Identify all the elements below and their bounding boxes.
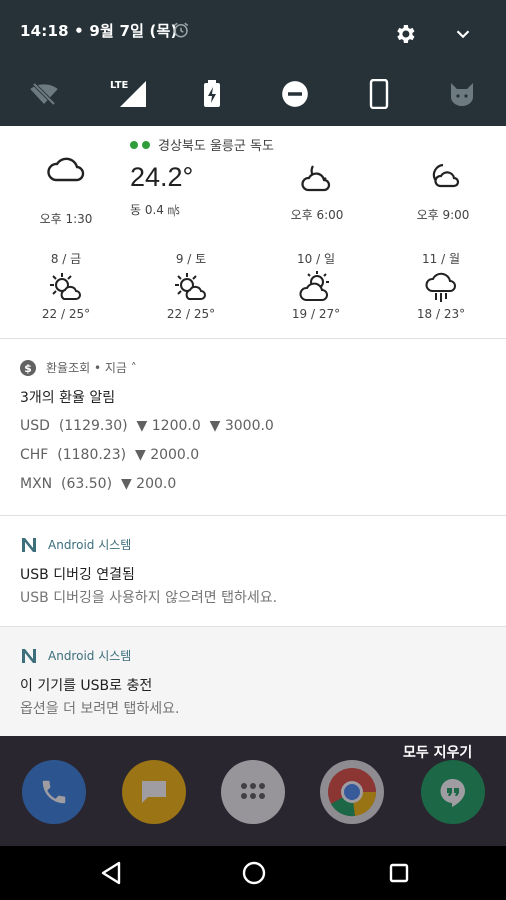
app-line: 환율조회 • 지금 ˄ [46, 361, 137, 375]
svg-text:LTE: LTE [110, 80, 129, 91]
do-not-disturb-icon[interactable] [271, 70, 319, 118]
gear-icon[interactable] [393, 22, 417, 50]
usb-debugging-notification[interactable]: Android 시스템 USB 디버깅 연결됨 USB 디버깅을 사용하지 않으… [0, 515, 506, 626]
status-dot [142, 140, 150, 149]
hangouts-app-icon [421, 760, 485, 824]
status-dot [130, 140, 138, 149]
forecast-range: 18 / 23° [416, 307, 466, 321]
exchange-rate-notification[interactable]: $ 환율조회 • 지금 ˄ 3개의 환율 알림 USD (1129.30) ▼ … [0, 338, 506, 515]
forecast-day: 10 / 일 [297, 252, 335, 266]
rate-row: MXN (63.50) ▼ 200.0 [20, 476, 177, 492]
weather-location: 경상북도 울릉군 독도 [130, 135, 274, 154]
dollar-icon: $ [20, 359, 36, 376]
cat-icon[interactable] [438, 70, 486, 118]
forecast-range: 22 / 25° [166, 307, 216, 321]
notification-text: 옵션을 더 보려면 탭하세요. [20, 701, 180, 717]
clear-all-button[interactable]: 모두 지우기 [403, 742, 472, 762]
hourly-forecast-item: 오후 6:00 [267, 160, 367, 223]
app-drawer-icon [221, 760, 285, 824]
notification-title: 이 기기를 USB로 충전 [20, 678, 153, 694]
rate-row: CHF (1180.23) ▼ 2000.0 [20, 447, 200, 463]
hourly-forecast-item: 오후 9:00 [393, 160, 493, 223]
hourly-time: 오후 9:00 [416, 208, 470, 222]
current-weather: 오후 1:30 [16, 152, 116, 227]
lte-signal-icon[interactable]: LTE [104, 70, 152, 118]
quick-settings-panel: 14:18 • 9월 7일 (목) LTE [0, 0, 506, 126]
status-datetime: 14:18 • 9월 7일 (목) [20, 22, 178, 40]
android-n-icon [22, 537, 36, 552]
daily-forecast-item: 10 / 일 19 / 27° [266, 250, 366, 321]
home-icon[interactable] [239, 858, 269, 888]
notification-title: 3개의 환율 알림 [20, 390, 116, 406]
chrome-app-icon [320, 760, 384, 824]
notification-title: USB 디버깅 연결됨 [20, 567, 135, 583]
daily-forecast-item: 8 / 금 22 / 25° [16, 250, 116, 321]
hourly-time: 오후 6:00 [290, 208, 344, 222]
rate-row: USD (1129.30) ▼ 1200.0 ▼ 3000.0 [20, 418, 274, 434]
alarm-icon [172, 21, 190, 43]
daily-forecast-item: 11 / 월 18 / 23° [391, 250, 491, 321]
app-line: Android 시스템 [48, 649, 132, 663]
phone-rotate-icon[interactable] [355, 70, 403, 118]
notification-header: $ 환율조회 • 지금 ˄ [20, 359, 137, 376]
weather-widget[interactable]: 경상북도 울릉군 독도 오후 1:30 24.2° 동 0.4 ㎧ 오후 6:0… [0, 126, 506, 338]
partly-cloudy-night-icon [301, 165, 331, 192]
usb-charging-notification[interactable]: Android 시스템 이 기기를 USB로 충전 옵션을 더 보려면 탭하세요… [0, 626, 506, 736]
notification-header: Android 시스템 [20, 536, 131, 553]
current-time: 오후 1:30 [39, 212, 93, 226]
messages-app-icon [122, 760, 186, 824]
location-label: 경상북도 울릉군 독도 [158, 139, 274, 154]
forecast-day: 11 / 월 [422, 252, 460, 266]
daily-forecast-item: 9 / 토 22 / 25° [141, 250, 241, 321]
current-temperature: 24.2° [130, 162, 194, 192]
chevron-down-icon[interactable] [452, 23, 474, 49]
current-wind: 동 0.4 ㎧ [130, 203, 180, 217]
forecast-day: 9 / 토 [175, 252, 207, 266]
forecast-range: 22 / 25° [41, 307, 91, 321]
forecast-range: 19 / 27° [291, 307, 341, 321]
svg-text:$: $ [24, 362, 32, 375]
moon-cloud-icon [432, 163, 460, 188]
forecast-day: 8 / 금 [50, 252, 82, 266]
sun-cloud-icon [175, 273, 206, 300]
notification-header: Android 시스템 [20, 647, 131, 664]
recents-icon[interactable] [384, 858, 414, 888]
wifi-off-icon[interactable] [20, 70, 68, 118]
notification-text: USB 디버깅을 사용하지 않으려면 탭하세요. [20, 590, 278, 606]
quick-tiles-row: LTE [0, 70, 506, 118]
android-n-icon [22, 648, 36, 663]
navigation-bar [0, 846, 506, 900]
back-icon[interactable] [96, 858, 126, 888]
battery-charging-icon[interactable] [188, 70, 236, 118]
sun-behind-cloud-icon [299, 271, 329, 301]
rain-cloud-icon [425, 272, 456, 302]
cloudy-icon [47, 157, 85, 182]
sun-cloud-icon [50, 273, 81, 300]
phone-app-icon [22, 760, 86, 824]
app-line: Android 시스템 [48, 538, 132, 552]
